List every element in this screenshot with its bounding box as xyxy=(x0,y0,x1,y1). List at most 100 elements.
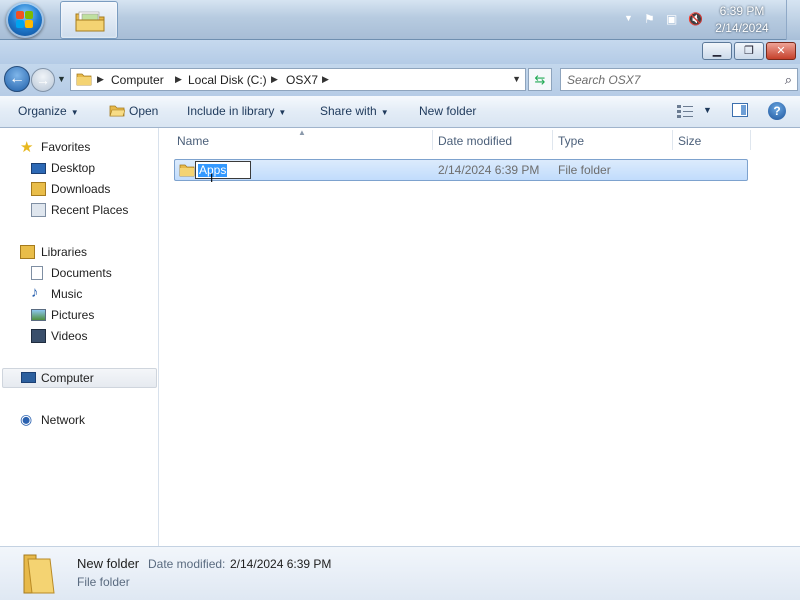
address-history-chevron-down-icon[interactable]: ▼ xyxy=(512,74,521,84)
nav-videos-label: Videos xyxy=(51,329,88,343)
star-icon: ★ xyxy=(20,139,34,156)
breadcrumb-local-disk[interactable]: Local Disk (C:) xyxy=(188,73,267,87)
downloads-folder-icon xyxy=(31,182,46,196)
breadcrumb-osx7[interactable]: OSX7 xyxy=(286,73,318,87)
file-type: File folder xyxy=(558,163,611,177)
details-modified-value: 2/14/2024 6:39 PM xyxy=(230,557,332,571)
nav-network-label: Network xyxy=(41,413,86,427)
folder-icon xyxy=(76,73,92,86)
breadcrumb-computer[interactable]: Computer xyxy=(111,73,164,87)
nav-libraries[interactable]: Libraries xyxy=(0,242,157,262)
sort-ascending-icon: ▲ xyxy=(298,128,306,137)
system-tray: ▼ ⚑ ▣ 🔇 6:39 PM 2/14/2024 xyxy=(602,0,772,40)
open-button[interactable]: Open xyxy=(109,104,158,118)
forward-button[interactable]: → xyxy=(31,68,55,92)
organize-label: Organize xyxy=(18,104,67,118)
breadcrumb-arrow-icon[interactable]: ▶ xyxy=(97,74,104,85)
search-icon: ⌕ xyxy=(784,72,792,87)
recent-pages-chevron-down-icon[interactable]: ▼ xyxy=(57,74,66,84)
computer-icon xyxy=(21,372,36,383)
search-input[interactable]: Search OSX7 ⌕ xyxy=(560,68,798,91)
nav-computer-label: Computer xyxy=(41,371,94,385)
chevron-down-icon: ▼ xyxy=(380,108,389,117)
address-bar[interactable]: ▶ Computer ▶ Local Disk (C:) ▶ OSX7 ▶ ▼ xyxy=(70,68,526,91)
view-options-chevron-down-icon[interactable]: ▼ xyxy=(703,105,712,115)
nav-recent-places[interactable]: Recent Places xyxy=(0,200,157,220)
include-in-library-button[interactable]: Include in library ▼ xyxy=(187,104,286,118)
file-row[interactable]: Apps 2/14/2024 6:39 PM File folder xyxy=(174,159,748,181)
file-date-modified: 2/14/2024 6:39 PM xyxy=(438,163,540,177)
organize-button[interactable]: Organize ▼ xyxy=(18,104,79,118)
nav-documents[interactable]: Documents xyxy=(0,263,157,283)
details-modified-label: Date modified: xyxy=(148,557,226,571)
nav-network[interactable]: ◉ Network xyxy=(0,410,157,430)
column-date-modified[interactable]: Date modified xyxy=(438,134,512,148)
libraries-icon xyxy=(20,245,35,259)
nav-music[interactable]: ♪ Music xyxy=(0,284,157,304)
film-strip-icon xyxy=(31,329,46,343)
taskbar: ▼ ⚑ ▣ 🔇 6:39 PM 2/14/2024 xyxy=(0,0,800,40)
breadcrumb-arrow-icon[interactable]: ▶ xyxy=(271,74,278,85)
close-button[interactable]: ✕ xyxy=(766,42,796,60)
network-globe-icon: ◉ xyxy=(20,411,33,427)
nav-favorites-label: Favorites xyxy=(41,140,91,154)
windows-logo-icon xyxy=(16,11,34,29)
chevron-down-icon: ▼ xyxy=(278,108,287,117)
nav-videos[interactable]: Videos xyxy=(0,326,157,346)
window-titlebar: ▁ ❐ ✕ xyxy=(0,40,800,64)
nav-desktop-label: Desktop xyxy=(51,161,96,175)
column-divider[interactable] xyxy=(672,130,673,150)
nav-pictures[interactable]: Pictures xyxy=(0,305,157,325)
folder-icon xyxy=(179,164,195,177)
show-hidden-icons-icon[interactable]: ▼ xyxy=(624,13,633,23)
new-folder-button[interactable]: New folder xyxy=(419,104,476,118)
help-icon[interactable]: ? xyxy=(768,102,786,120)
refresh-button[interactable]: ⇆ xyxy=(528,68,552,91)
music-note-icon: ♪ xyxy=(31,284,39,301)
desktop-icon xyxy=(31,163,46,174)
column-divider[interactable] xyxy=(552,130,553,150)
nav-desktop[interactable]: Desktop xyxy=(0,158,157,178)
details-item-type: File folder xyxy=(77,575,130,589)
navigation-pane: ★ Favorites Desktop Downloads Recent Pla… xyxy=(0,128,159,546)
nav-downloads-label: Downloads xyxy=(51,182,111,196)
text-cursor-icon: I xyxy=(210,171,214,185)
pictures-icon xyxy=(31,309,46,321)
documents-icon xyxy=(31,266,43,280)
open-folder-icon xyxy=(109,105,125,117)
details-pane: New folder Date modified: 2/14/2024 6:39… xyxy=(0,546,800,600)
nav-computer[interactable]: Computer xyxy=(2,368,157,388)
action-center-flag-icon[interactable]: ⚑ xyxy=(644,12,655,26)
folder-large-icon xyxy=(23,554,55,594)
preview-pane-icon[interactable] xyxy=(732,103,748,117)
column-divider[interactable] xyxy=(432,130,433,150)
clock-date: 2/14/2024 xyxy=(715,21,769,35)
change-view-icon[interactable] xyxy=(676,103,694,119)
column-type[interactable]: Type xyxy=(558,134,584,148)
breadcrumb-arrow-icon[interactable]: ▶ xyxy=(175,74,182,85)
show-desktop-button[interactable] xyxy=(786,0,800,40)
nav-recent-places-label: Recent Places xyxy=(51,203,129,217)
share-with-button[interactable]: Share with ▼ xyxy=(320,104,389,118)
clock[interactable]: 6:39 PM 2/14/2024 xyxy=(712,3,772,37)
address-row: ← → ▼ ▶ Computer ▶ Local Disk (C:) ▶ OSX… xyxy=(0,64,800,96)
network-icon[interactable]: ▣ xyxy=(666,12,677,26)
minimize-button[interactable]: ▁ xyxy=(702,42,732,60)
breadcrumb-arrow-icon[interactable]: ▶ xyxy=(322,74,329,85)
column-headers: ▲ Name Date modified Type Size xyxy=(160,128,800,153)
taskbar-explorer-button[interactable] xyxy=(60,1,118,39)
volume-muted-icon[interactable]: 🔇 xyxy=(688,12,703,26)
clock-time: 6:39 PM xyxy=(719,4,765,18)
rename-input[interactable]: Apps xyxy=(195,161,251,179)
nav-favorites[interactable]: ★ Favorites xyxy=(0,137,157,157)
nav-libraries-label: Libraries xyxy=(41,245,88,259)
start-button[interactable] xyxy=(6,2,44,38)
column-name[interactable]: Name xyxy=(177,134,209,148)
column-size[interactable]: Size xyxy=(678,134,701,148)
chevron-down-icon: ▼ xyxy=(70,108,79,117)
restore-button[interactable]: ❐ xyxy=(734,42,764,60)
back-button[interactable]: ← xyxy=(4,66,30,92)
column-divider[interactable] xyxy=(750,130,751,150)
folder-icon xyxy=(75,11,105,32)
nav-downloads[interactable]: Downloads xyxy=(0,179,157,199)
